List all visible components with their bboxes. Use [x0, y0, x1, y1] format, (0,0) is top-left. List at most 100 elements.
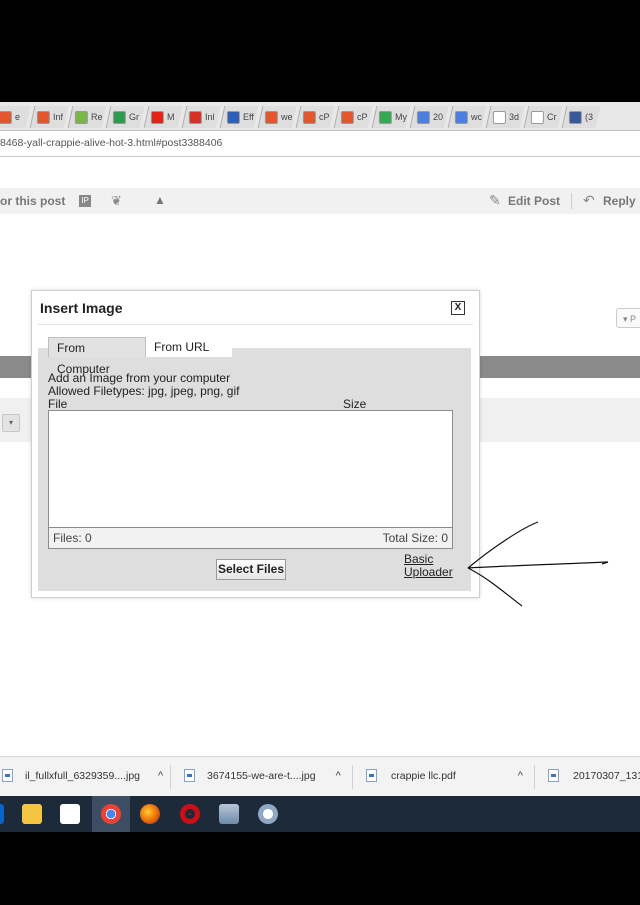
browser-tab[interactable]: Inf [29, 106, 69, 128]
files-count: Files: 0 [53, 531, 92, 545]
report-warning-icon[interactable]: ▲ [154, 193, 166, 207]
dropdown-toggle-button[interactable]: ▾ [2, 414, 20, 432]
browser-tab[interactable]: we [257, 106, 297, 128]
file-column-header: File [48, 397, 68, 411]
favicon-icon [417, 110, 430, 124]
download-item[interactable]: 3674155-we-are-t....jpg ^ [184, 769, 341, 782]
browser-tab-label: cP [357, 112, 368, 122]
favicon-icon [113, 110, 126, 124]
browser-tab[interactable]: wc [447, 106, 487, 128]
browser-tab-label: My [395, 112, 407, 122]
downloads-divider [352, 765, 353, 789]
browser-tab-label: we [281, 112, 293, 122]
close-button[interactable]: X [451, 301, 465, 315]
browser-tab[interactable]: e [0, 106, 31, 128]
basic-uploader-line1: Basic [404, 552, 434, 566]
insert-image-dialog: Insert Image X From Computer From URL Ad… [31, 290, 480, 598]
browser-tab[interactable]: Cr [523, 106, 563, 128]
paint-icon[interactable] [258, 804, 278, 824]
favicon-icon [531, 110, 544, 124]
browser-tab-label: M [167, 112, 175, 122]
browser-tab-label: Inf [53, 112, 64, 122]
browser-tab-label: cP [319, 112, 330, 122]
browser-tab[interactable]: My [371, 106, 411, 128]
chrome-icon[interactable] [101, 804, 121, 824]
download-filename: 20170307_1318 [573, 769, 640, 782]
favicon-icon [0, 110, 13, 124]
browser-tab-label: wc [471, 112, 482, 122]
download-item[interactable]: crappie llc.pdf ^ [366, 769, 523, 782]
browser-tab-label: 20 [433, 112, 444, 122]
url-text: 8468-yall-crappie-alive-hot-3.html#post3… [0, 137, 223, 149]
taskbar [0, 796, 640, 832]
browser-tab-label: Inl [205, 112, 215, 122]
favicon-icon [303, 110, 316, 124]
browser-tab-label: e [14, 112, 21, 122]
image-file-icon [184, 769, 195, 782]
start-edge-icon[interactable] [0, 804, 4, 824]
edit-post-link[interactable]: Edit Post [508, 194, 560, 208]
download-filename: il_fullxfull_6329359....jpg [25, 769, 140, 782]
download-item[interactable]: il_fullxfull_6329359....jpg ^ [2, 769, 163, 782]
browser-tab[interactable]: Gr [105, 106, 145, 128]
file-list-footer: Files: 0 Total Size: 0 [49, 527, 452, 548]
browser-tab-label: Eff [243, 112, 254, 122]
browser-tab[interactable]: cP [333, 106, 373, 128]
chevron-up-icon[interactable]: ^ [336, 770, 341, 782]
store-icon[interactable] [60, 804, 80, 824]
select-files-button[interactable]: Select Files [216, 559, 286, 580]
dialog-divider [38, 324, 473, 325]
dialog-title: Insert Image [40, 300, 123, 316]
browser-tab[interactable]: M [143, 106, 183, 128]
download-item[interactable]: 20170307_1318 [548, 769, 640, 782]
browser-tab[interactable]: 3d [485, 106, 525, 128]
downloads-divider [170, 765, 171, 789]
hand-drawn-arrow-icon [467, 521, 609, 607]
basic-uploader-link[interactable]: Basic Uploader [404, 553, 453, 579]
favicon-icon [227, 110, 240, 124]
browser-tab[interactable]: 20 [409, 106, 449, 128]
browser-tab[interactable]: (3 [561, 106, 601, 128]
toolbar-divider [571, 193, 572, 209]
tab-from-url[interactable]: From URL [146, 337, 232, 357]
chevron-up-icon[interactable]: ^ [518, 770, 523, 782]
downloads-divider [534, 765, 535, 789]
favicon-icon [151, 110, 164, 124]
ip-icon[interactable]: IP [79, 195, 91, 207]
download-filename: crappie llc.pdf [391, 769, 456, 782]
basic-uploader-line2: Uploader [404, 565, 453, 579]
firefox-icon[interactable] [140, 804, 160, 824]
tab-from-computer[interactable]: From Computer [48, 337, 146, 376]
total-size: Total Size: 0 [382, 531, 448, 545]
browser-tab[interactable]: Re [67, 106, 107, 128]
favicon-icon [341, 110, 354, 124]
file-list[interactable]: Files: 0 Total Size: 0 [48, 410, 453, 549]
address-bar[interactable]: 8468-yall-crappie-alive-hot-3.html#post3… [0, 131, 640, 157]
favicon-icon [379, 110, 392, 124]
browser-tab-label: (3 [585, 112, 594, 122]
browser-tab[interactable]: Inl [181, 106, 221, 128]
allowed-filetypes-text: Allowed Filetypes: jpg, jpeg, png, gif [48, 384, 240, 398]
opera-icon[interactable] [180, 804, 200, 824]
browser-tab-label: 3d [509, 112, 520, 122]
favicon-icon [455, 110, 468, 124]
post-toolbar-left-text[interactable]: or this post [0, 194, 65, 208]
download-filename: 3674155-we-are-t....jpg [207, 769, 316, 782]
size-column-header: Size [343, 397, 367, 411]
post-toolbar: or this post IP ❦ ▲ ✎ Edit Post ↶ Reply [0, 188, 640, 214]
like-icon[interactable]: ❦ [111, 193, 122, 209]
favicon-icon [189, 110, 202, 124]
chevron-up-icon[interactable]: ^ [158, 770, 163, 782]
browser-tab[interactable]: Eff [219, 106, 259, 128]
side-dropdown[interactable]: ▾ P [616, 308, 640, 328]
favicon-icon [75, 110, 88, 124]
notepad-icon[interactable] [219, 804, 239, 824]
downloads-bar: il_fullxfull_6329359....jpg ^ 3674155-we… [0, 756, 640, 797]
browser-tab[interactable]: cP [295, 106, 335, 128]
image-file-icon [548, 769, 559, 782]
browser-tab-label: Gr [129, 112, 139, 122]
file-explorer-icon[interactable] [22, 804, 42, 824]
browser-tab-strip: e Inf Re Gr M Inl Eff we cP cP My 20 wc 3d Cr (3 [0, 102, 640, 131]
reply-link[interactable]: Reply [603, 194, 636, 208]
pdf-file-icon [366, 769, 377, 782]
